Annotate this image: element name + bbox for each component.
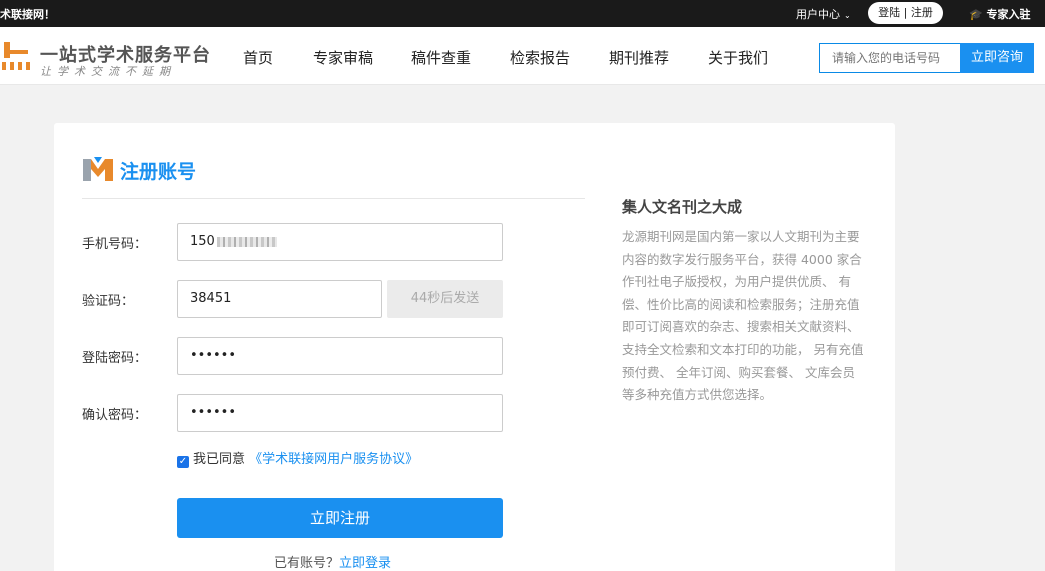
password-label: 登陆密码： xyxy=(82,351,148,366)
register-logo-icon xyxy=(83,157,113,181)
password-input[interactable]: •••••• xyxy=(177,337,503,375)
logo-subtitle: 让学术交流不延期 xyxy=(40,65,176,78)
code-label: 验证码： xyxy=(82,294,135,309)
phone-consult-input[interactable] xyxy=(819,43,961,73)
chevron-down-icon: ⌄ xyxy=(844,11,851,20)
login-link[interactable]: 立即登录 xyxy=(339,556,391,571)
form-title-text: 注册账号 xyxy=(120,161,197,183)
phone-value: 150 xyxy=(190,234,215,249)
logo-icon xyxy=(2,42,30,70)
graduation-cap-icon: 🎓 xyxy=(969,8,983,21)
confirm-password-label: 确认密码： xyxy=(82,408,148,423)
confirm-password-input[interactable]: •••••• xyxy=(177,394,503,432)
agree-text: 我已同意 xyxy=(193,452,246,467)
title-divider xyxy=(82,198,585,199)
agree-row: ✓ 我已同意 《学术联接网用户服务协议》 xyxy=(177,448,418,468)
agree-checkbox[interactable]: ✓ xyxy=(177,456,189,468)
phone-input[interactable]: 150 xyxy=(177,223,503,261)
agreement-link[interactable]: 《学术联接网用户服务协议》 xyxy=(249,452,418,467)
send-code-button[interactable]: 44秒后发送 xyxy=(387,280,503,318)
nav-search-report[interactable]: 检索报告 xyxy=(510,47,570,68)
login-register-button[interactable]: 登陆 | 注册 xyxy=(868,2,943,24)
nav-about-us[interactable]: 关于我们 xyxy=(708,47,768,68)
nav-plagiarism-check[interactable]: 稿件查重 xyxy=(411,47,471,68)
expert-join-label: 专家入驻 xyxy=(986,8,1031,21)
nav-home[interactable]: 首页 xyxy=(243,47,273,68)
sidebar-description: 龙源期刊网是国内第一家以人文期刊为主要内容的数字发行服务平台，获得 4000 家… xyxy=(622,229,864,403)
main-header: 一站式学术服务平台 让学术交流不延期 首页 专家审稿 稿件查重 检索报告 期刊推… xyxy=(0,27,1045,85)
expert-join-link[interactable]: 🎓 专家入驻 xyxy=(969,6,1031,22)
user-center-label: 用户中心 xyxy=(796,8,840,21)
code-input[interactable]: 38451 xyxy=(177,280,382,318)
register-button[interactable]: 立即注册 xyxy=(177,498,503,538)
have-account-text: 已有账号？ xyxy=(274,556,340,571)
phone-label: 手机号码： xyxy=(82,237,148,252)
sidebar-title: 集人文名刊之大成 xyxy=(622,198,743,216)
have-account-row: 已有账号？立即登录 xyxy=(274,552,391,571)
welcome-text: 术联接网！ xyxy=(0,8,55,21)
consult-button[interactable]: 立即咨询 xyxy=(960,43,1034,73)
top-bar: 术联接网！ 用户中心 ⌄ 登陆 | 注册 🎓 专家入驻 xyxy=(0,0,1045,27)
redacted-digits xyxy=(216,236,277,247)
user-center-menu[interactable]: 用户中心 ⌄ xyxy=(796,6,851,22)
nav-journal-recommend[interactable]: 期刊推荐 xyxy=(609,47,669,68)
nav-expert-review[interactable]: 专家审稿 xyxy=(313,47,373,68)
